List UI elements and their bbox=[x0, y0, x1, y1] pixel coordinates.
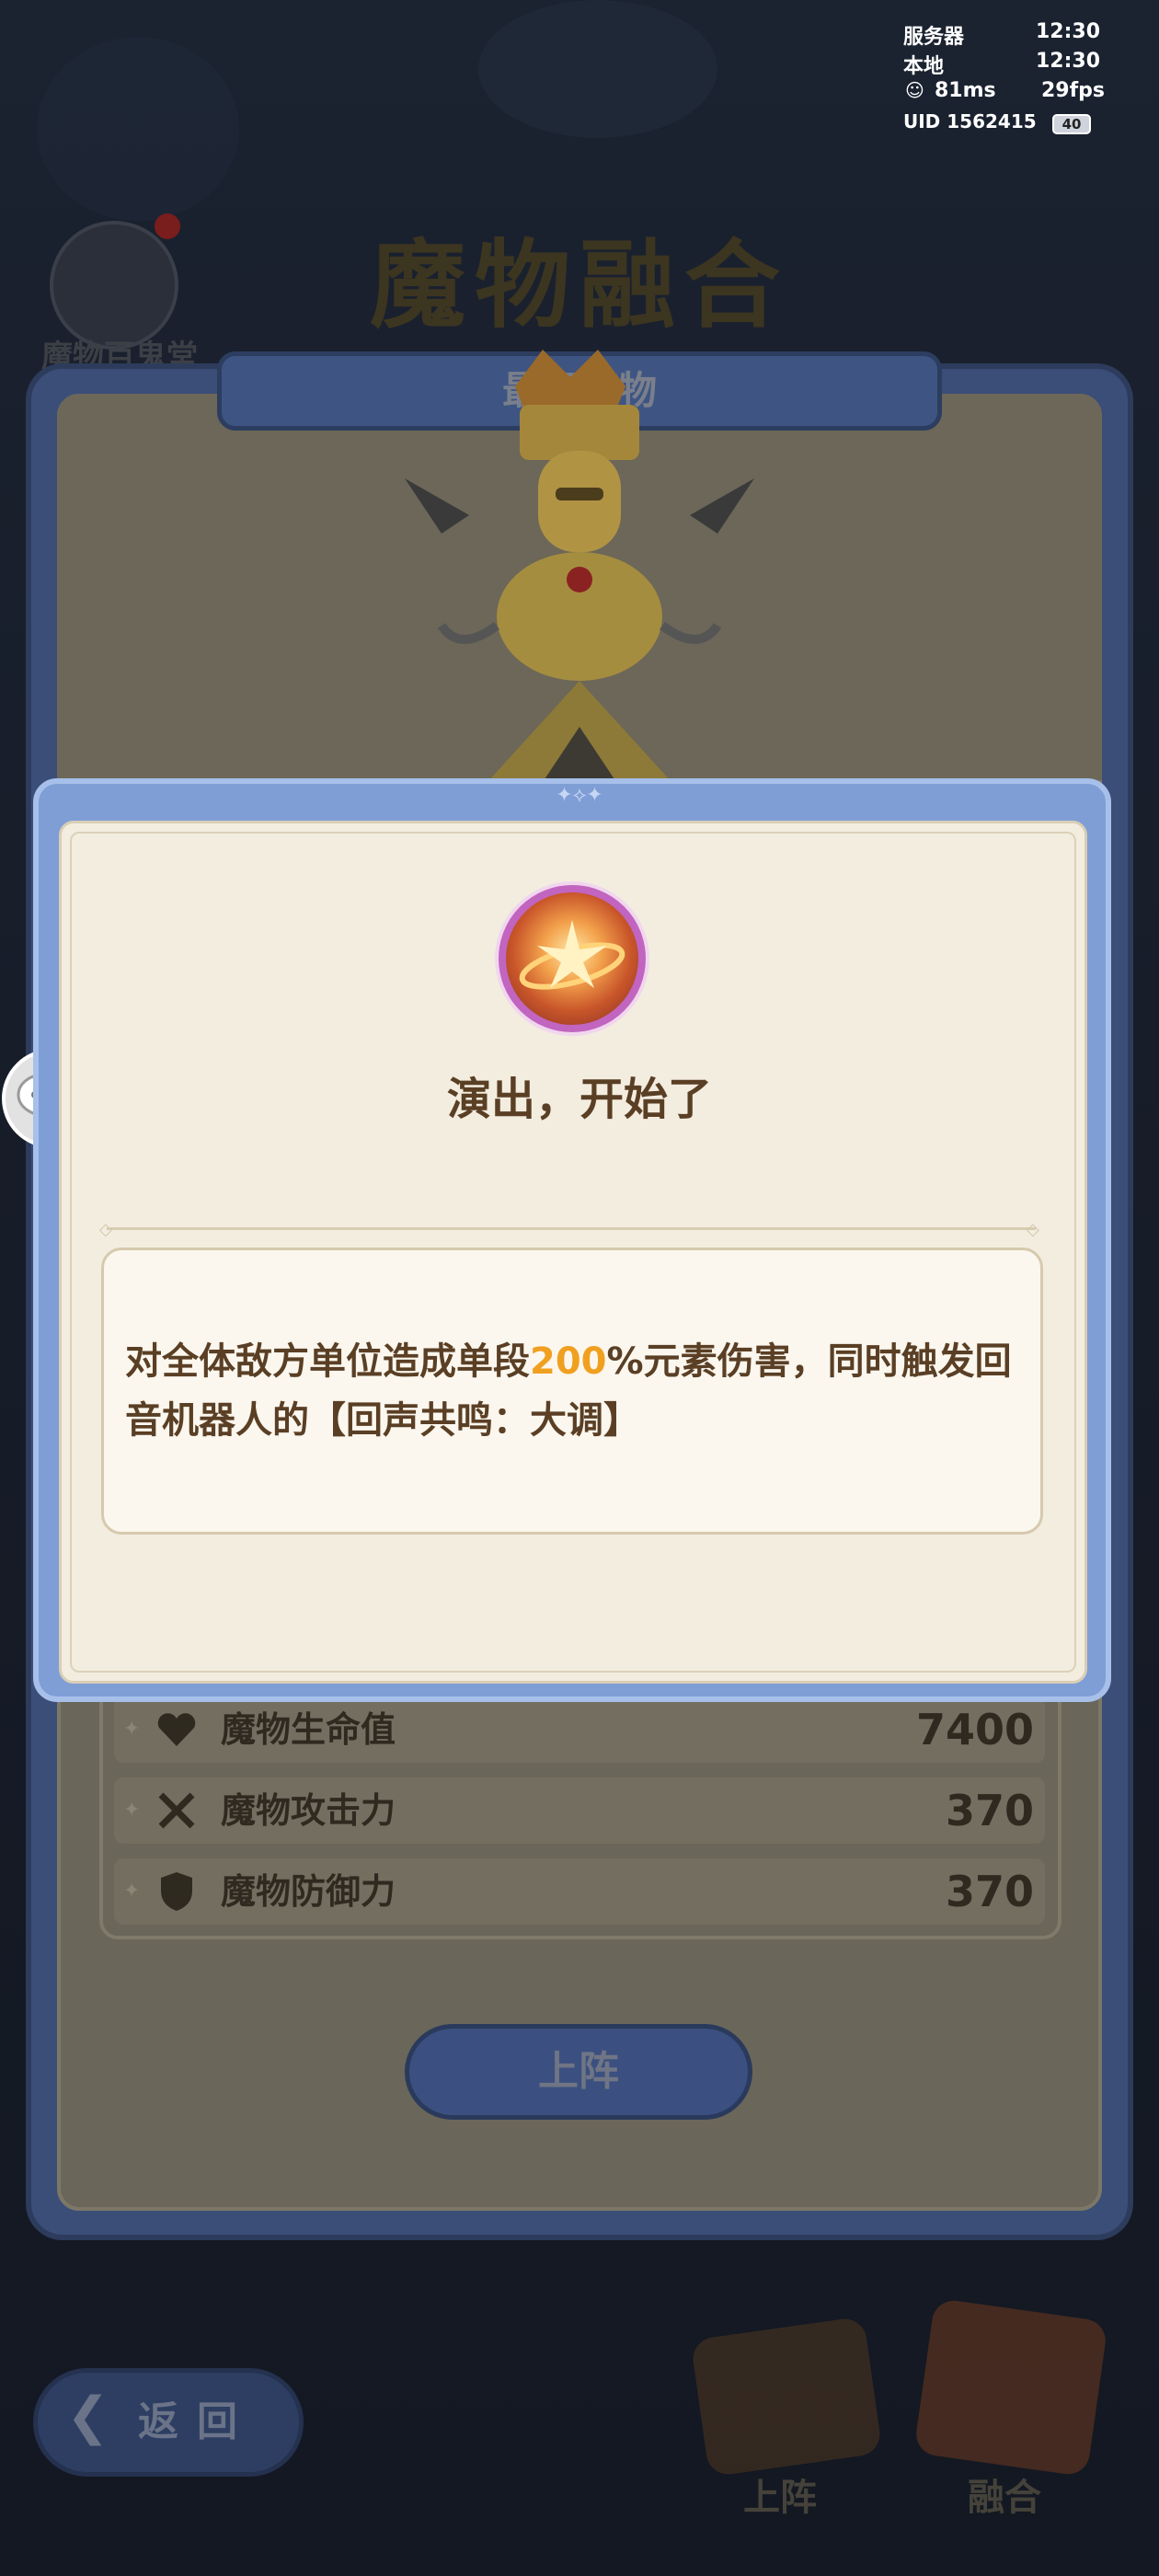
deploy-nav-icon[interactable] bbox=[690, 2316, 883, 2478]
wifi-icon: ☺ bbox=[905, 79, 924, 101]
desc-part1: 对全体敌方单位造成单段 bbox=[125, 1340, 530, 1383]
divider bbox=[107, 1227, 1036, 1230]
stat-label: 魔物防御力 bbox=[221, 1871, 396, 1912]
heart-icon bbox=[153, 1696, 201, 1763]
uid-text: UID 1562415 bbox=[903, 110, 1037, 132]
monster-knight-art bbox=[405, 350, 754, 782]
skill-description: 对全体敌方单位造成单段200%元素伤害，同时触发回音机器人的【回声共鸣：大调】 bbox=[125, 1332, 1027, 1450]
back-arrow-icon: ❮ bbox=[66, 2386, 109, 2446]
stat-value: 7400 bbox=[915, 1705, 1034, 1754]
fps-value: 29fps bbox=[1041, 79, 1106, 102]
local-time: 12:30 bbox=[1036, 50, 1101, 73]
diamond-icon: ✦ bbox=[123, 1718, 141, 1741]
stat-value: 370 bbox=[945, 1786, 1034, 1835]
nav-fusion-label: 融合 bbox=[968, 2477, 1041, 2519]
swords-icon bbox=[153, 1777, 201, 1844]
background-creature-art bbox=[478, 0, 717, 138]
diamond-icon: ✦ bbox=[123, 1880, 141, 1903]
ping-value: 81ms bbox=[935, 79, 996, 102]
deploy-button[interactable]: 上阵 bbox=[405, 2024, 752, 2120]
battery-icon: 40 bbox=[1052, 114, 1091, 134]
background-creature-art-left bbox=[37, 37, 239, 221]
stat-value: 370 bbox=[945, 1867, 1034, 1916]
server-time: 12:30 bbox=[1036, 20, 1101, 43]
skill-title: 演出，开始了 bbox=[446, 1074, 712, 1125]
shield-icon bbox=[153, 1858, 201, 1925]
divider-right-diamond-icon: ◇ bbox=[1027, 1220, 1039, 1239]
skill-burst-icon bbox=[499, 885, 646, 1032]
server-label: 服务器 bbox=[903, 26, 965, 49]
diamond-icon: ✦ bbox=[123, 1799, 141, 1822]
nav-deploy-label: 上阵 bbox=[743, 2477, 817, 2519]
local-label: 本地 bbox=[903, 55, 945, 78]
ornament-icon: ✦⟡✦ bbox=[556, 784, 603, 807]
stat-label: 魔物攻击力 bbox=[221, 1790, 396, 1831]
fusion-nav-icon[interactable] bbox=[913, 2297, 1108, 2478]
stat-label: 魔物生命值 bbox=[221, 1709, 396, 1750]
back-label: 返回 bbox=[138, 2398, 256, 2445]
damage-percent: 200 bbox=[530, 1340, 607, 1383]
page-title: 魔物融合 bbox=[369, 229, 789, 341]
